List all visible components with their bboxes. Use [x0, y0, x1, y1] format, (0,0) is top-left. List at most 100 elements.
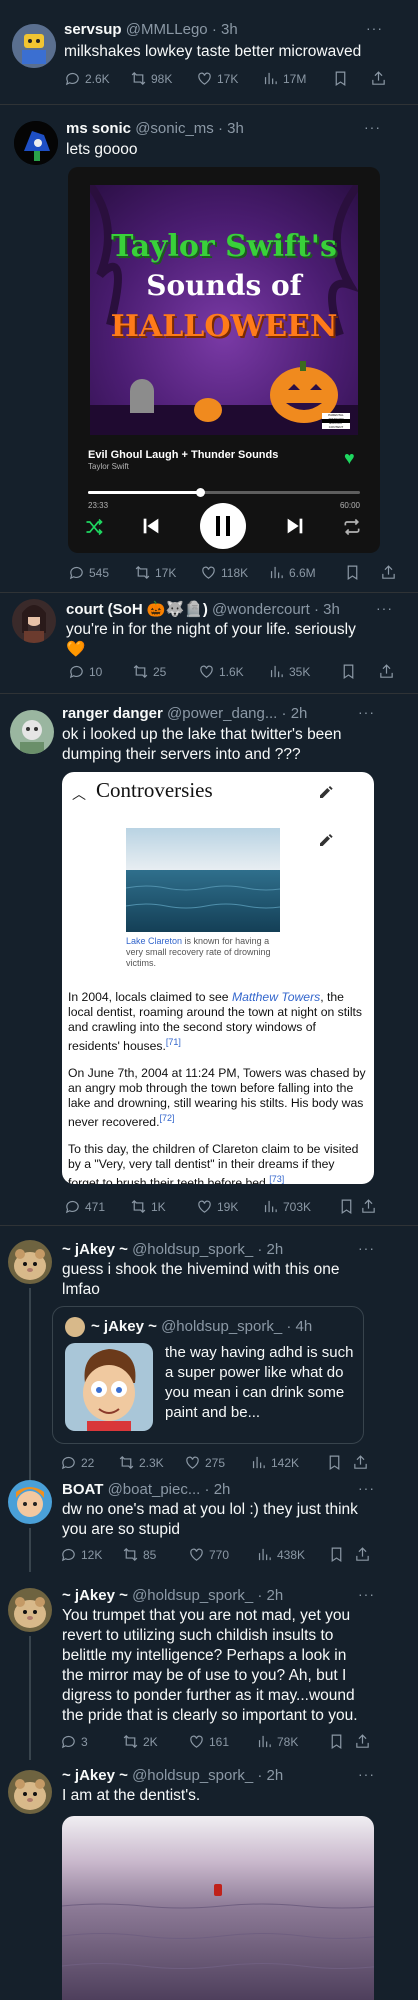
handle[interactable]: @holdsup_spork_	[132, 1587, 253, 1604]
share-button[interactable]	[352, 1454, 369, 1471]
like-button[interactable]: 17K	[196, 70, 238, 87]
views-button[interactable]: 6.6M	[268, 564, 316, 581]
bookmark-button[interactable]	[338, 1198, 355, 1215]
next-track-icon[interactable]	[284, 515, 306, 537]
share-button[interactable]	[354, 1546, 371, 1563]
repost-button[interactable]: 2.3K	[118, 1454, 164, 1471]
bookmark-button[interactable]	[340, 663, 357, 680]
like-button[interactable]: 275	[184, 1454, 225, 1471]
handle[interactable]: @sonic_ms	[135, 120, 214, 137]
tweet-court[interactable]: court (SoH 🎃🐺🪦) @wondercourt · 3h ··· yo…	[0, 593, 418, 693]
avatar[interactable]	[12, 599, 56, 643]
previous-track-icon[interactable]	[140, 515, 162, 537]
pause-button[interactable]	[200, 503, 246, 549]
reply-button[interactable]: 10	[68, 663, 102, 680]
lake-photo[interactable]	[62, 1816, 374, 2000]
repost-button[interactable]: 98K	[130, 70, 172, 87]
more-icon[interactable]: ···	[358, 1480, 375, 1496]
avatar[interactable]	[8, 1240, 52, 1284]
avatar[interactable]	[14, 121, 58, 165]
more-icon[interactable]: ···	[358, 1766, 375, 1782]
lake-clareton-link[interactable]: Lake Clareton	[126, 936, 182, 946]
track-title[interactable]: Evil Ghoul Laugh + Thunder Sounds	[88, 449, 278, 461]
handle[interactable]: @MMLLego	[126, 21, 208, 38]
edit-pencil-icon[interactable]	[318, 784, 334, 800]
like-button[interactable]: 19K	[196, 1198, 238, 1215]
avatar[interactable]	[8, 1480, 52, 1524]
spotify-player-card[interactable]: Taylor Swift's Sounds of HALLOWEEN PAREN…	[68, 167, 380, 553]
tweet-ms-sonic[interactable]: ms sonic @sonic_ms · 3h ··· lets goooo T…	[0, 105, 418, 592]
display-name[interactable]: ranger danger	[62, 705, 163, 722]
bookmark-button[interactable]	[328, 1546, 345, 1563]
timestamp[interactable]: 2h	[214, 1481, 231, 1498]
reply-button[interactable]: 12K	[60, 1546, 102, 1563]
avatar[interactable]	[8, 1588, 52, 1632]
display-name[interactable]: ~ jAkey ~	[62, 1587, 128, 1604]
track-artist[interactable]: Taylor Swift	[88, 462, 129, 471]
views-button[interactable]: 78K	[256, 1733, 298, 1750]
handle[interactable]: @power_dang...	[167, 705, 277, 722]
timestamp[interactable]: 3h	[323, 601, 340, 618]
reply-button[interactable]: 22	[60, 1454, 94, 1471]
repeat-icon[interactable]	[342, 517, 362, 537]
repost-button[interactable]: 85	[122, 1546, 156, 1563]
repost-button[interactable]: 17K	[134, 564, 176, 581]
more-icon[interactable]: ···	[358, 1240, 375, 1256]
timestamp[interactable]: 3h	[221, 21, 238, 38]
share-button[interactable]	[380, 564, 397, 581]
timestamp[interactable]: 2h	[267, 1241, 284, 1258]
avatar[interactable]	[8, 1770, 52, 1814]
reference-73[interactable]: [73]	[269, 1174, 284, 1184]
reply-button[interactable]: 545	[68, 564, 109, 581]
handle[interactable]: @holdsup_spork_	[132, 1767, 253, 1784]
share-button[interactable]	[354, 1733, 371, 1750]
edit-pencil-icon[interactable]	[318, 832, 334, 848]
bookmark-button[interactable]	[328, 1733, 345, 1750]
matthew-towers-link[interactable]: Matthew Towers	[232, 990, 320, 1004]
like-button[interactable]: 770	[188, 1546, 229, 1563]
tweet-jakey-1[interactable]: ~ jAkey ~ @holdsup_spork_ · 2h ··· guess…	[0, 1226, 418, 1480]
timestamp[interactable]: 2h	[291, 705, 308, 722]
reference-71[interactable]: [71]	[166, 1037, 181, 1047]
share-button[interactable]	[378, 663, 395, 680]
more-icon[interactable]: ···	[366, 20, 383, 36]
more-icon[interactable]: ···	[358, 704, 375, 720]
progress-handle[interactable]	[195, 488, 205, 497]
display-name[interactable]: court (SoH	[66, 601, 143, 618]
display-name[interactable]: BOAT	[62, 1481, 103, 1498]
quoted-tweet[interactable]: ~ jAkey ~ @holdsup_spork_ · 4h the way h…	[52, 1306, 364, 1444]
more-icon[interactable]: ···	[376, 600, 393, 616]
display-name[interactable]: ~ jAkey ~	[62, 1241, 128, 1258]
reply-button[interactable]: 2.6K	[64, 70, 110, 87]
views-button[interactable]: 438K	[256, 1546, 305, 1563]
progress-track[interactable]	[88, 488, 360, 497]
share-button[interactable]	[360, 1198, 377, 1215]
like-button[interactable]: 161	[188, 1733, 229, 1750]
repost-button[interactable]: 1K	[130, 1198, 166, 1215]
views-button[interactable]: 142K	[250, 1454, 299, 1471]
collapse-chevron-icon[interactable]: ︿	[72, 784, 86, 804]
display-name[interactable]: ms sonic	[66, 120, 131, 137]
tweet-servsup[interactable]: servsup @MMLLego · 3h ··· milkshakes low…	[0, 0, 418, 104]
reply-button[interactable]: 3	[60, 1733, 88, 1750]
bookmark-button[interactable]	[326, 1454, 343, 1471]
tweet-jakey-2[interactable]: ~ jAkey ~ @holdsup_spork_ · 2h ··· You t…	[0, 1582, 418, 1760]
wikipedia-screenshot[interactable]: ︿ Controversies Lake Clareton is known f…	[62, 772, 374, 1184]
timestamp[interactable]: 2h	[267, 1767, 284, 1784]
repost-button[interactable]: 2K	[122, 1733, 158, 1750]
views-button[interactable]: 35K	[268, 663, 310, 680]
heart-liked-icon[interactable]: ♥	[344, 449, 355, 467]
bookmark-button[interactable]	[344, 564, 361, 581]
handle[interactable]: @wondercourt	[212, 601, 310, 618]
reply-button[interactable]: 471	[64, 1198, 105, 1215]
timestamp[interactable]: 2h	[267, 1587, 284, 1604]
shuffle-icon[interactable]	[84, 517, 104, 537]
avatar[interactable]	[10, 710, 54, 754]
tweet-boat[interactable]: BOAT @boat_piec... · 2h ··· dw no one's …	[0, 1480, 418, 1572]
views-button[interactable]: 17M	[262, 70, 306, 87]
more-icon[interactable]: ···	[358, 1586, 375, 1602]
bookmark-button[interactable]	[332, 70, 349, 87]
display-name[interactable]: servsup	[64, 21, 122, 38]
timestamp[interactable]: 3h	[227, 120, 244, 137]
share-button[interactable]	[370, 70, 387, 87]
